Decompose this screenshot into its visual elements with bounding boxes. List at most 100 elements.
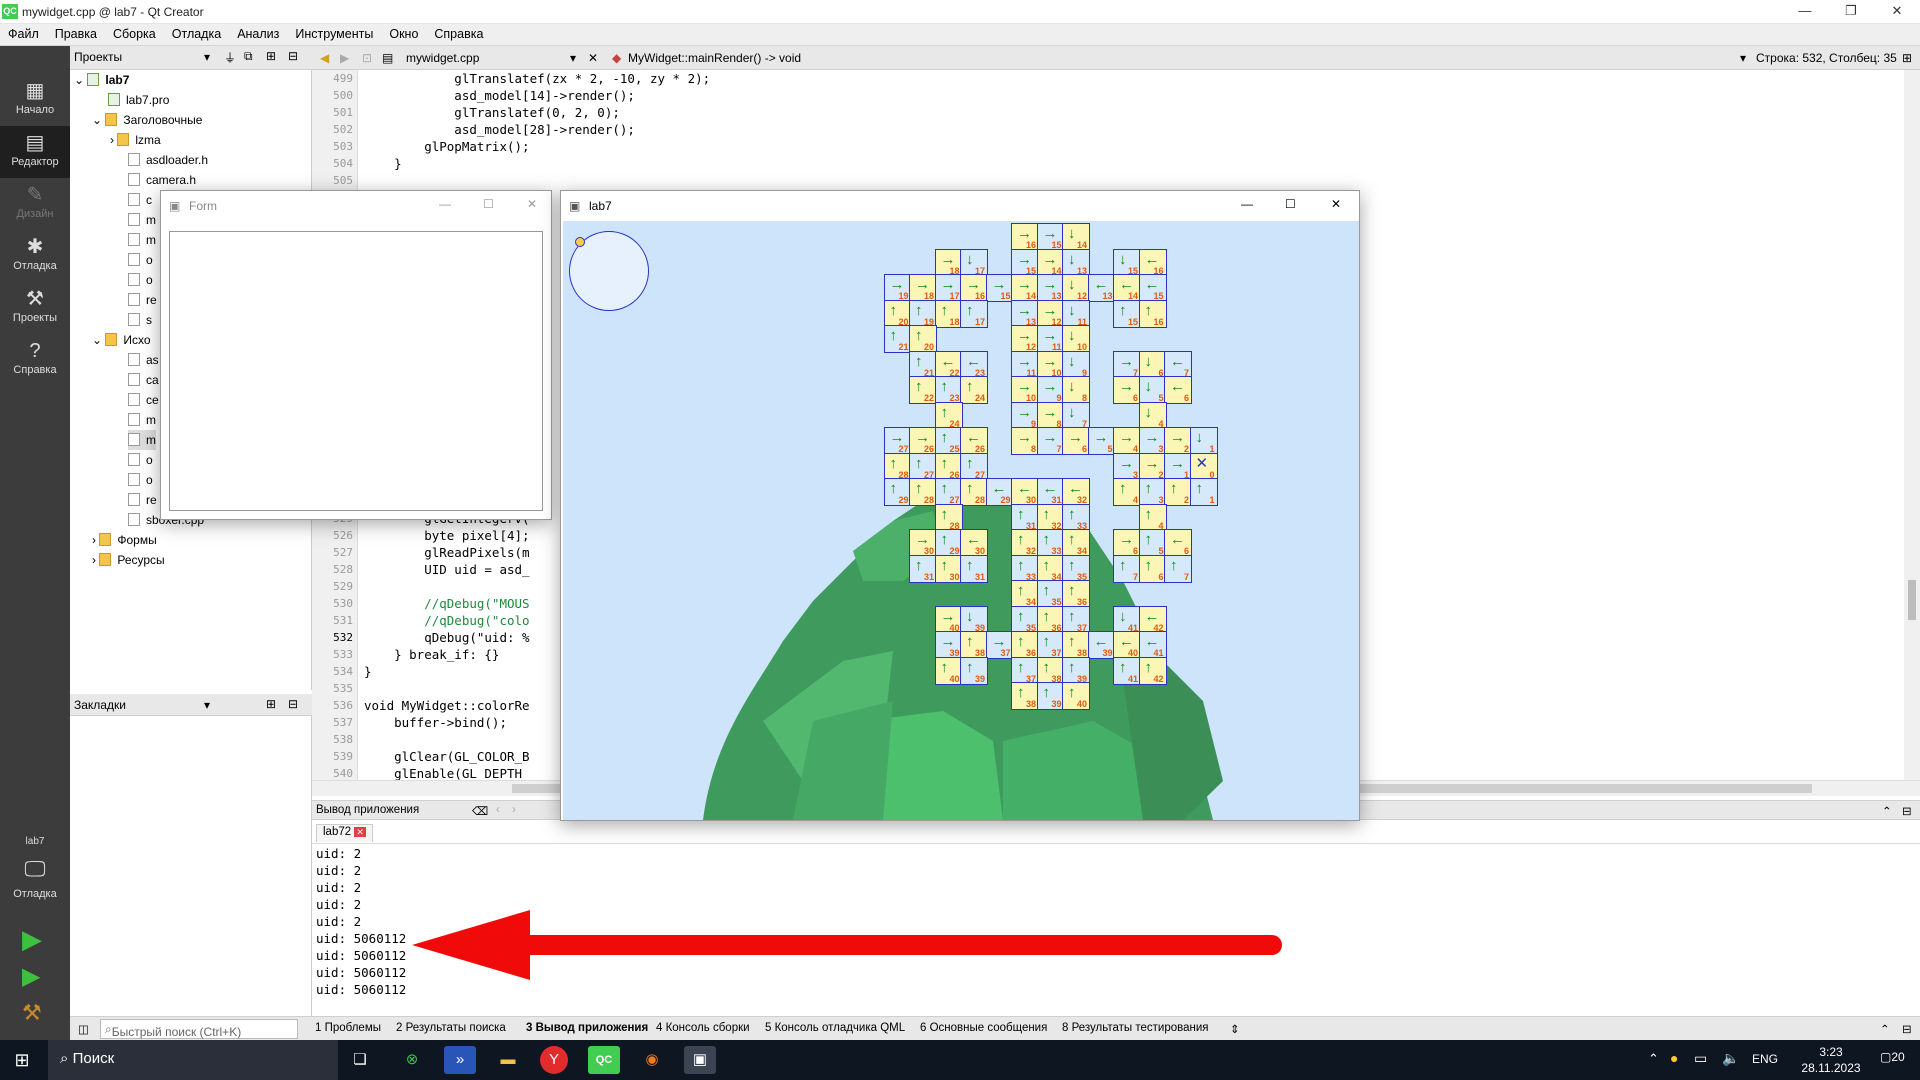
tree-item-file[interactable]: o	[128, 250, 153, 270]
grid-tile[interactable]: ↑ 35	[1062, 554, 1090, 583]
grid-tile[interactable]: → 14	[1036, 248, 1065, 277]
build-hammer-icon[interactable]: ⚒	[22, 1000, 42, 1026]
run-icon[interactable]: ▶	[22, 924, 42, 955]
collapse-icon[interactable]: ⌄	[92, 113, 105, 127]
lab7-window-titlebar[interactable]: ▣ lab7 — ☐ ✕	[561, 191, 1359, 221]
tree-item-lab7[interactable]: ⌄ lab7	[74, 70, 129, 90]
grid-tile[interactable]: ↓ 15	[1113, 248, 1141, 277]
cursor-position[interactable]: Строка: 532, Столбец: 35	[1756, 51, 1897, 65]
grid-tile[interactable]: ↑ 37	[1011, 656, 1039, 685]
grid-tile[interactable]: ← 6	[1164, 529, 1192, 557]
close-document-icon[interactable]: ✕	[588, 51, 598, 65]
grid-tile[interactable]: ↑ 37	[1062, 605, 1090, 634]
grid-tile[interactable]: ↑ 19	[909, 299, 937, 328]
grid-tile[interactable]: → 15	[985, 274, 1014, 302]
maximize-button[interactable]: ☐	[1285, 197, 1296, 211]
grid-tile[interactable]: → 16	[960, 274, 988, 302]
split-icon[interactable]: ⊞	[266, 49, 276, 63]
grid-tile[interactable]: ↑ 23	[934, 376, 963, 404]
tree-item-file[interactable]: ca	[128, 370, 159, 390]
tab-qml-debugger[interactable]: 5 Консоль отладчика QML	[765, 1022, 905, 1034]
next-icon[interactable]: ›	[512, 804, 516, 816]
grid-tile[interactable]: → 15	[1011, 248, 1039, 277]
expand-icon[interactable]: ›	[92, 533, 99, 547]
grid-tile[interactable]: ← 42	[1138, 605, 1167, 634]
network-icon[interactable]: ▭	[1694, 1050, 1707, 1067]
tab-problems[interactable]: 1 Проблемы	[315, 1022, 381, 1034]
scrollbar-thumb[interactable]	[1908, 580, 1916, 620]
grid-tile[interactable]: ↑ 22	[909, 376, 937, 404]
grid-tile[interactable]: ↑ 4	[1138, 503, 1167, 532]
menu-file[interactable]: Файл	[0, 24, 47, 46]
grid-tile[interactable]: ↑ 28	[883, 452, 912, 481]
open-file-name[interactable]: mywidget.cpp	[406, 51, 479, 65]
projects-title[interactable]: Проекты	[74, 50, 122, 64]
grid-tile[interactable]: → 9	[1036, 376, 1065, 404]
grid-tile[interactable]: ↑ 4	[1113, 478, 1141, 506]
minimize-button[interactable]: —	[439, 197, 451, 211]
menu-help[interactable]: Справка	[426, 24, 491, 46]
close-button[interactable]: ✕	[1874, 0, 1920, 24]
tray-chevron-icon[interactable]: ⌃	[1648, 1051, 1659, 1067]
clock[interactable]: 3:23 28.11.2023	[1796, 1044, 1866, 1076]
tree-item-sources[interactable]: ⌄ Исхо	[92, 330, 151, 350]
tree-item-file[interactable]: c	[128, 190, 152, 210]
grid-tile[interactable]: ← 39	[1087, 631, 1116, 659]
chevron-down-icon[interactable]: ▾	[570, 51, 576, 65]
grid-tile[interactable]: ↑ 32	[1011, 529, 1039, 557]
grid-tile[interactable]: → 4	[1113, 427, 1141, 455]
powershell-icon[interactable]: »	[444, 1046, 476, 1074]
grid-tile[interactable]: ↑ 32	[1036, 503, 1065, 532]
grid-tile[interactable]: ↑ 5	[1138, 529, 1167, 557]
editor-vertical-scrollbar[interactable]	[1904, 70, 1920, 780]
grid-tile[interactable]: ↓ 17	[960, 248, 988, 277]
close-pane-icon[interactable]: ⊟	[288, 49, 298, 63]
taskbar-search[interactable]: ⌕ Поиск	[48, 1040, 338, 1080]
clear-output-icon[interactable]: ⌫	[472, 804, 488, 818]
grid-tile[interactable]: → 7	[1113, 350, 1141, 379]
tab-compile-output[interactable]: 4 Консоль сборки	[656, 1022, 750, 1034]
grid-tile[interactable]: ↑ 39	[960, 656, 988, 685]
grid-tile[interactable]: ↑ 25	[934, 427, 963, 455]
grid-tile[interactable]: → 9	[1011, 401, 1039, 430]
minimize-button[interactable]: —	[1782, 0, 1828, 24]
grid-tile[interactable]: → 8	[1036, 401, 1065, 430]
grid-tile[interactable]: ← 41	[1138, 631, 1167, 659]
tree-item-file[interactable]: s	[128, 310, 152, 330]
tree-item-resources[interactable]: › Ресурсы	[92, 550, 165, 570]
grid-tile[interactable]: ↓ 12	[1062, 274, 1090, 302]
grid-tile[interactable]: ↑ 28	[909, 478, 937, 506]
maximize-button[interactable]: ☐	[483, 197, 494, 211]
tree-item-file[interactable]: as	[128, 350, 159, 370]
tree-item-headers[interactable]: ⌄ Заголовочные	[92, 110, 202, 130]
mode-design[interactable]: ✎ Дизайн	[0, 178, 70, 230]
grid-tile[interactable]: ← 26	[960, 427, 988, 455]
blender-icon[interactable]: ◉	[636, 1046, 668, 1074]
grid-tile[interactable]: ← 32	[1062, 478, 1090, 506]
language-indicator[interactable]: ENG	[1752, 1052, 1778, 1066]
grid-tile[interactable]: ← 31	[1036, 478, 1065, 506]
grid-tile[interactable]: → 8	[1011, 427, 1039, 455]
grid-tile[interactable]: → 1	[1164, 452, 1192, 481]
grid-tile[interactable]: ↓ 14	[1062, 223, 1090, 251]
grid-tile[interactable]: → 2	[1164, 427, 1192, 455]
grid-tile[interactable]: ↑ 31	[909, 554, 937, 583]
grid-tile[interactable]: ↓ 39	[960, 605, 988, 634]
grid-tile[interactable]: ↑ 35	[1036, 580, 1065, 608]
collapse-icon[interactable]: ⌄	[92, 333, 105, 347]
toggle-sidebar-icon[interactable]: ◫	[78, 1022, 89, 1036]
volume-icon[interactable]: 🔈	[1722, 1050, 1739, 1067]
close-button[interactable]: ✕	[527, 197, 537, 211]
back-arrow-icon[interactable]: ◀	[320, 51, 329, 65]
grid-tile[interactable]: ↑ 38	[1011, 682, 1039, 710]
tab-general-messages[interactable]: 6 Основные сообщения	[920, 1022, 1047, 1034]
close-tab-icon[interactable]: ✕	[354, 827, 366, 837]
grid-tile[interactable]: ↑ 7	[1164, 554, 1192, 583]
grid-tile[interactable]: ↓ 4	[1138, 401, 1167, 430]
grid-tile[interactable]: ← 6	[1164, 376, 1192, 404]
tab-search-results[interactable]: 2 Результаты поиска	[396, 1022, 506, 1034]
grid-tile[interactable]: → 18	[934, 248, 963, 277]
grid-tile[interactable]: ← 22	[934, 350, 963, 379]
grid-tile[interactable]: ↓ 1	[1189, 427, 1218, 455]
grid-tile[interactable]: ↑ 2	[1164, 478, 1192, 506]
